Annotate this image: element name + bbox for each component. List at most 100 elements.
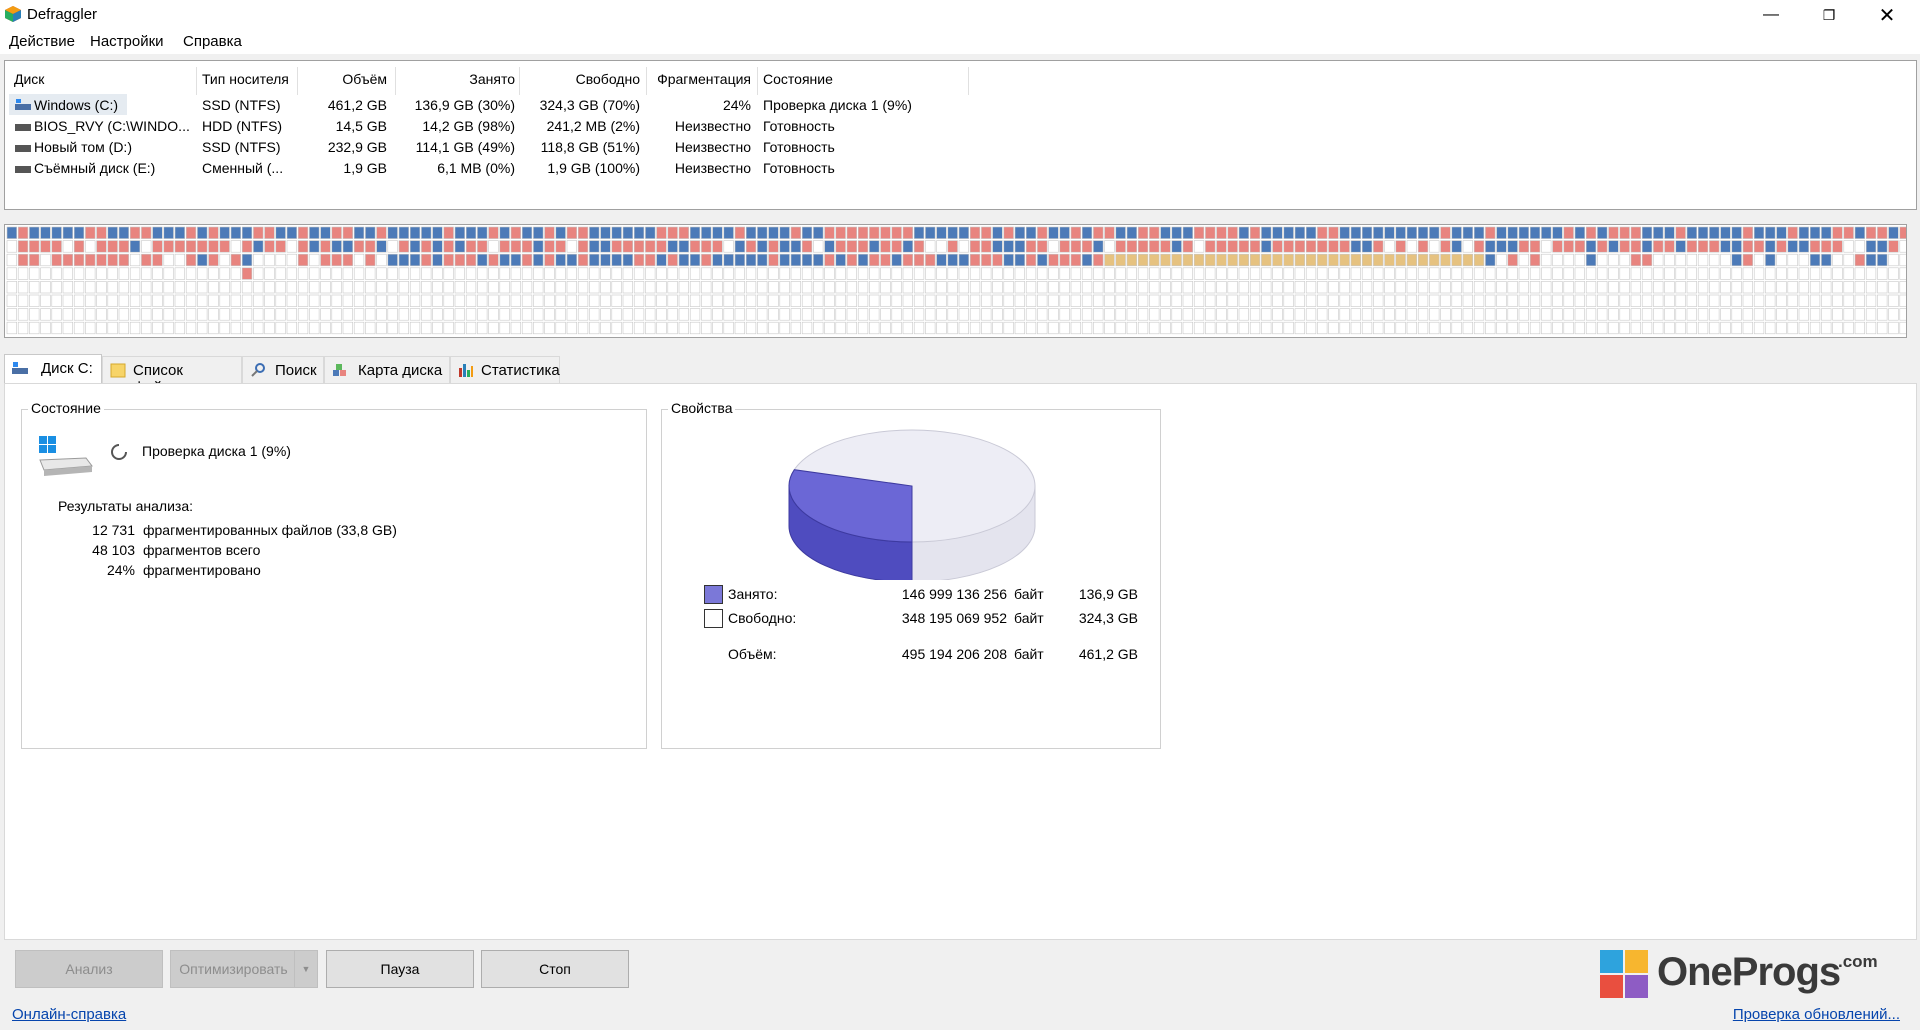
disk-block bbox=[521, 253, 533, 267]
disk-block bbox=[241, 226, 253, 239]
menu-help[interactable]: Справка bbox=[183, 33, 242, 50]
disk-block bbox=[1597, 294, 1608, 307]
tab-search[interactable]: Поиск bbox=[242, 356, 324, 383]
drive-row[interactable]: Съёмный диск (E:) Сменный (... 1,9 GB 6,… bbox=[5, 157, 1916, 178]
disk-block bbox=[1350, 281, 1361, 294]
disk-block bbox=[129, 294, 141, 307]
col-state[interactable]: Состояние bbox=[763, 71, 833, 87]
disk-block bbox=[992, 253, 1003, 267]
disk-block bbox=[286, 253, 297, 267]
tab-disk-c[interactable]: Диск C: bbox=[4, 354, 102, 383]
disk-block bbox=[1193, 267, 1205, 280]
disk-block bbox=[1597, 253, 1608, 267]
disk-block bbox=[29, 308, 40, 321]
disk-block bbox=[1149, 281, 1160, 294]
disk-block bbox=[1608, 308, 1619, 321]
disk-block bbox=[1373, 226, 1384, 239]
disk-block bbox=[1373, 308, 1384, 321]
col-disk[interactable]: Диск bbox=[14, 71, 44, 87]
disk-block bbox=[1137, 226, 1149, 239]
disk-block bbox=[1070, 281, 1081, 294]
disk-block bbox=[1630, 294, 1641, 307]
disk-block bbox=[1429, 253, 1440, 267]
drive-row[interactable]: Windows (C:) SSD (NTFS) 461,2 GB 136,9 G… bbox=[5, 94, 1916, 115]
tab-file-list[interactable]: Список файлов bbox=[102, 356, 242, 396]
drive-size: 461,2 GB bbox=[327, 97, 387, 113]
disk-block bbox=[1093, 226, 1104, 239]
disk-block bbox=[1496, 294, 1507, 307]
col-type[interactable]: Тип носителя bbox=[202, 71, 289, 87]
disk-block bbox=[1137, 267, 1149, 280]
disk-block bbox=[17, 240, 29, 253]
disk-block bbox=[1451, 240, 1462, 253]
disk-block bbox=[1843, 267, 1854, 280]
disk-block bbox=[566, 281, 577, 294]
drive-row[interactable]: Новый том (D:) SSD (NTFS) 232,9 GB 114,1… bbox=[5, 136, 1916, 157]
disk-block bbox=[1373, 267, 1384, 280]
disk-block bbox=[309, 240, 320, 253]
close-button[interactable]: ✕ bbox=[1858, 0, 1916, 30]
disk-block bbox=[454, 267, 465, 280]
disk-block bbox=[51, 267, 62, 280]
disk-block bbox=[1339, 240, 1350, 253]
disk-block bbox=[51, 294, 62, 307]
disk-block bbox=[622, 240, 633, 253]
disk-block bbox=[555, 294, 566, 307]
disk-block bbox=[1395, 321, 1406, 335]
minimize-button[interactable]: — bbox=[1742, 0, 1800, 30]
check-updates-link[interactable]: Проверка обновлений... bbox=[1733, 1006, 1900, 1023]
disk-block bbox=[1742, 267, 1753, 280]
menu-settings[interactable]: Настройки bbox=[90, 33, 164, 50]
disk-block bbox=[880, 253, 891, 267]
analyze-button[interactable]: Анализ bbox=[15, 950, 163, 988]
tab-statistics[interactable]: Статистика bbox=[450, 356, 560, 383]
disk-block bbox=[857, 294, 869, 307]
disk-block bbox=[1697, 253, 1709, 267]
disk-block bbox=[1406, 253, 1417, 267]
disk-block bbox=[275, 240, 286, 253]
disk-block bbox=[1574, 321, 1585, 335]
disk-block bbox=[813, 226, 824, 239]
disk-block bbox=[409, 253, 421, 267]
col-frag[interactable]: Фрагментация bbox=[646, 71, 751, 87]
disk-block bbox=[678, 253, 689, 267]
disk-block bbox=[1485, 253, 1496, 267]
disk-block bbox=[600, 294, 611, 307]
disk-block bbox=[1899, 294, 1906, 307]
optimize-dropdown-button[interactable]: ▼ bbox=[294, 950, 318, 988]
disk-block bbox=[185, 267, 197, 280]
stop-button[interactable]: Стоп bbox=[481, 950, 629, 988]
disk-block bbox=[1070, 226, 1081, 239]
disk-block bbox=[1361, 321, 1373, 335]
pause-button[interactable]: Пауза bbox=[326, 950, 474, 988]
col-free[interactable]: Свободно bbox=[519, 71, 640, 87]
disk-block bbox=[1462, 253, 1473, 267]
disk-block bbox=[981, 253, 992, 267]
restore-button[interactable]: ❐ bbox=[1800, 0, 1858, 30]
disk-block bbox=[533, 281, 544, 294]
disk-block bbox=[309, 281, 320, 294]
disk-block bbox=[1014, 294, 1025, 307]
disk-block bbox=[768, 267, 779, 280]
tab-disk-map[interactable]: Карта диска bbox=[324, 356, 450, 383]
disk-block bbox=[1440, 281, 1451, 294]
disk-block bbox=[1709, 240, 1720, 253]
disk-block bbox=[1048, 226, 1059, 239]
disk-block bbox=[544, 294, 555, 307]
disk-block bbox=[880, 226, 891, 239]
optimize-button[interactable]: Оптимизировать bbox=[170, 950, 296, 988]
online-help-link[interactable]: Онлайн-справка bbox=[12, 1006, 126, 1023]
drive-row[interactable]: BIOS_RVY (C:\WINDO... HDD (NTFS) 14,5 GB… bbox=[5, 115, 1916, 136]
disk-block bbox=[353, 226, 365, 239]
disk-block bbox=[1025, 281, 1037, 294]
menu-action[interactable]: Действие bbox=[9, 33, 75, 50]
disk-block bbox=[667, 226, 678, 239]
search-icon bbox=[251, 363, 265, 377]
disk-block bbox=[1686, 321, 1697, 335]
disk-block bbox=[1227, 294, 1238, 307]
disk-block bbox=[1283, 308, 1294, 321]
col-size[interactable]: Объём bbox=[297, 71, 387, 87]
disk-block bbox=[1675, 321, 1686, 335]
col-used[interactable]: Занято bbox=[395, 71, 515, 87]
disk-block bbox=[1541, 281, 1552, 294]
